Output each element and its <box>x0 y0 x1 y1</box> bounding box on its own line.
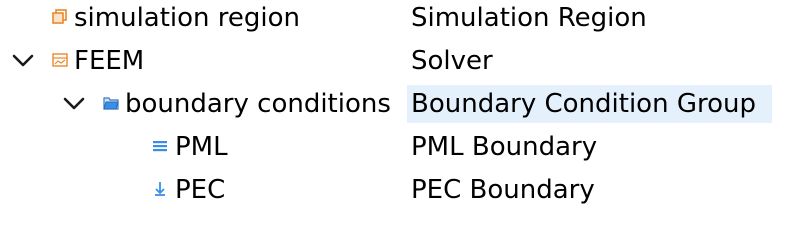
tree-row-name: simulation region <box>74 3 301 33</box>
tree-row-name: boundary conditions <box>125 89 391 119</box>
tree-row-type-cell: Simulation Region <box>407 0 651 37</box>
tree-row-type: Simulation Region <box>411 3 647 33</box>
chevron-down-icon[interactable] <box>62 94 86 114</box>
pec-icon <box>152 181 168 197</box>
tree-row-name: PEC <box>175 175 226 205</box>
folder-icon <box>103 95 119 111</box>
tree-row-feem[interactable]: FEEM Solver <box>0 40 785 83</box>
tree-row-type-cell: PML Boundary <box>407 128 601 166</box>
tree-row-type: PML Boundary <box>411 132 598 162</box>
tree-row-name: PML <box>175 132 228 162</box>
tree-row-type: PEC Boundary <box>411 175 595 205</box>
object-tree: simulation region Simulation Region FEEM… <box>0 0 785 247</box>
tree-row-type-cell: Solver <box>407 42 497 80</box>
tree-row-simulation-region[interactable]: simulation region Simulation Region <box>0 0 785 40</box>
pml-icon <box>152 138 168 154</box>
tree-row-type: Solver <box>411 46 493 76</box>
tree-row-type-cell: Boundary Condition Group <box>407 85 772 123</box>
tree-row-pml[interactable]: PML PML Boundary <box>0 126 785 169</box>
tree-row-type: Boundary Condition Group <box>411 89 756 119</box>
tree-row-name: FEEM <box>74 46 145 76</box>
tree-row-pec[interactable]: PEC PEC Boundary <box>0 169 785 212</box>
chevron-down-icon[interactable] <box>11 51 35 71</box>
tree-row-boundary-conditions[interactable]: boundary conditions Boundary Condition G… <box>0 83 785 126</box>
solver-icon <box>52 52 68 68</box>
tree-row-type-cell: PEC Boundary <box>407 171 599 209</box>
simulation-region-icon <box>52 9 68 25</box>
